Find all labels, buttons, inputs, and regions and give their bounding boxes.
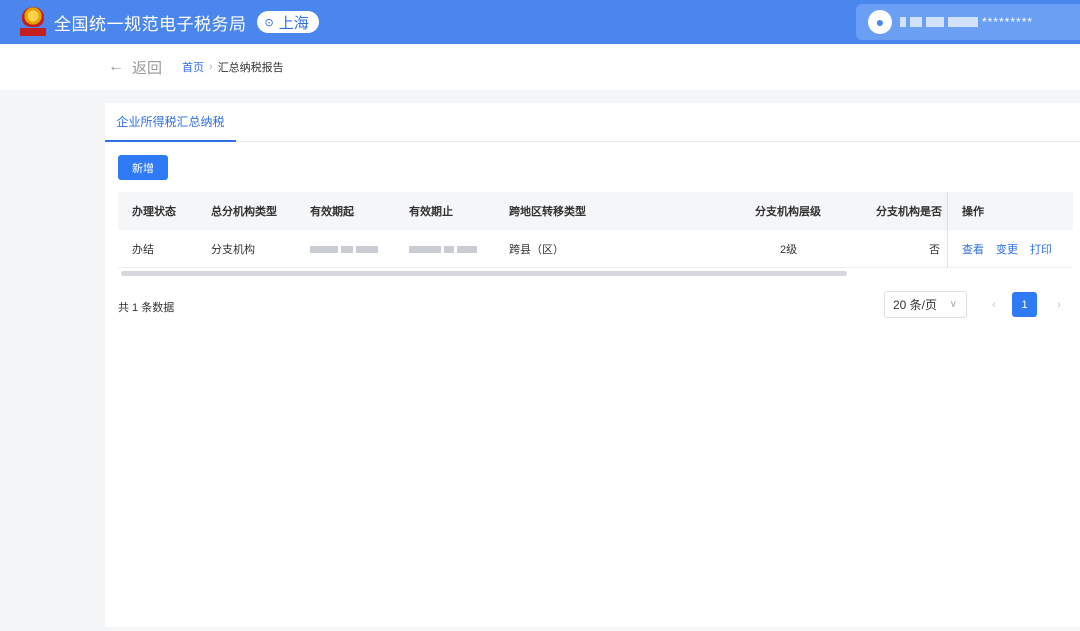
breadcrumb: 首页 › 汇总纳税报告 [182, 59, 284, 75]
table-row: 办结 分支机构 跨县（区） 2级 否 查看 变更 打印 [118, 230, 1073, 268]
cell-branch-flag: 否 [929, 244, 940, 256]
user-name: ********* [900, 15, 1033, 29]
col-transfer-type: 跨地区转移类型 [509, 206, 586, 218]
user-account-menu[interactable]: ● ********* [856, 4, 1080, 40]
col-status: 办理状态 [132, 206, 176, 218]
cell-branch-level: 2级 [780, 244, 798, 256]
back-label: 返回 [132, 59, 163, 77]
page-size-select[interactable]: 20 条/页 ∨ [884, 291, 967, 318]
tax-emblem-logo [20, 7, 46, 37]
change-link[interactable]: 变更 [996, 241, 1018, 257]
col-valid-to: 有效期止 [409, 206, 453, 218]
breadcrumb-current: 汇总纳税报告 [217, 62, 284, 74]
summary-tax-table: 办理状态 总分机构类型 有效期起 有效期止 跨地区转移类型 分支机构层级 分支机… [118, 192, 1073, 268]
user-avatar-icon: ● [868, 10, 892, 34]
col-branch-level: 分支机构层级 [755, 206, 821, 218]
print-link[interactable]: 打印 [1030, 241, 1052, 257]
location-pin-icon: ⊙ [264, 16, 274, 29]
table-header: 办理状态 总分机构类型 有效期起 有效期止 跨地区转移类型 分支机构层级 分支机… [118, 192, 1073, 230]
cell-valid-to-redacted [409, 230, 480, 268]
breadcrumb-home-link[interactable]: 首页 [182, 59, 204, 75]
tab-bar: 企业所得税汇总纳税 [105, 103, 1080, 142]
location-selector[interactable]: ⊙ 上海 [256, 11, 319, 33]
page-number-current[interactable]: 1 [1012, 292, 1037, 317]
total-count: 共 1 条数据 [118, 302, 175, 314]
breadcrumb-bar: ← 返回 首页 › 汇总纳税报告 [0, 44, 1080, 90]
cell-valid-from-redacted [310, 230, 381, 268]
main-panel: 企业所得税汇总纳税 新增 办理状态 总分机构类型 有效期起 有效期止 跨地区转移… [105, 103, 1080, 627]
col-actions: 操作 [962, 206, 984, 218]
breadcrumb-separator: › [209, 61, 213, 73]
view-link[interactable]: 查看 [962, 241, 984, 257]
prev-page-button[interactable]: ‹ [987, 293, 1001, 317]
page-size-value: 20 条/页 [893, 298, 938, 312]
user-name-masked: ********* [982, 15, 1034, 29]
cell-org-type: 分支机构 [211, 244, 255, 256]
cell-transfer-type: 跨县（区） [509, 244, 564, 256]
location-label: 上海 [278, 14, 309, 32]
col-valid-from: 有效期起 [310, 206, 354, 218]
chevron-down-icon: ∨ [949, 299, 957, 310]
back-button[interactable]: ← 返回 [108, 57, 162, 78]
tab-enterprise-income-tax[interactable]: 企业所得税汇总纳税 [105, 103, 236, 142]
col-org-type: 总分机构类型 [211, 206, 277, 218]
horizontal-scrollbar[interactable] [121, 271, 847, 276]
fixed-column-divider [947, 192, 948, 268]
col-branch-flag: 分支机构是否 [876, 206, 942, 218]
cell-actions: 查看 变更 打印 [962, 230, 1064, 268]
cell-status: 办结 [132, 244, 154, 256]
site-title: 全国统一规范电子税务局 [54, 14, 247, 34]
next-page-button[interactable]: › [1052, 293, 1066, 317]
back-arrow-icon: ← [108, 58, 124, 75]
add-button[interactable]: 新增 [118, 155, 168, 180]
top-header: 全国统一规范电子税务局 ⊙ 上海 ● ********* [0, 0, 1080, 44]
